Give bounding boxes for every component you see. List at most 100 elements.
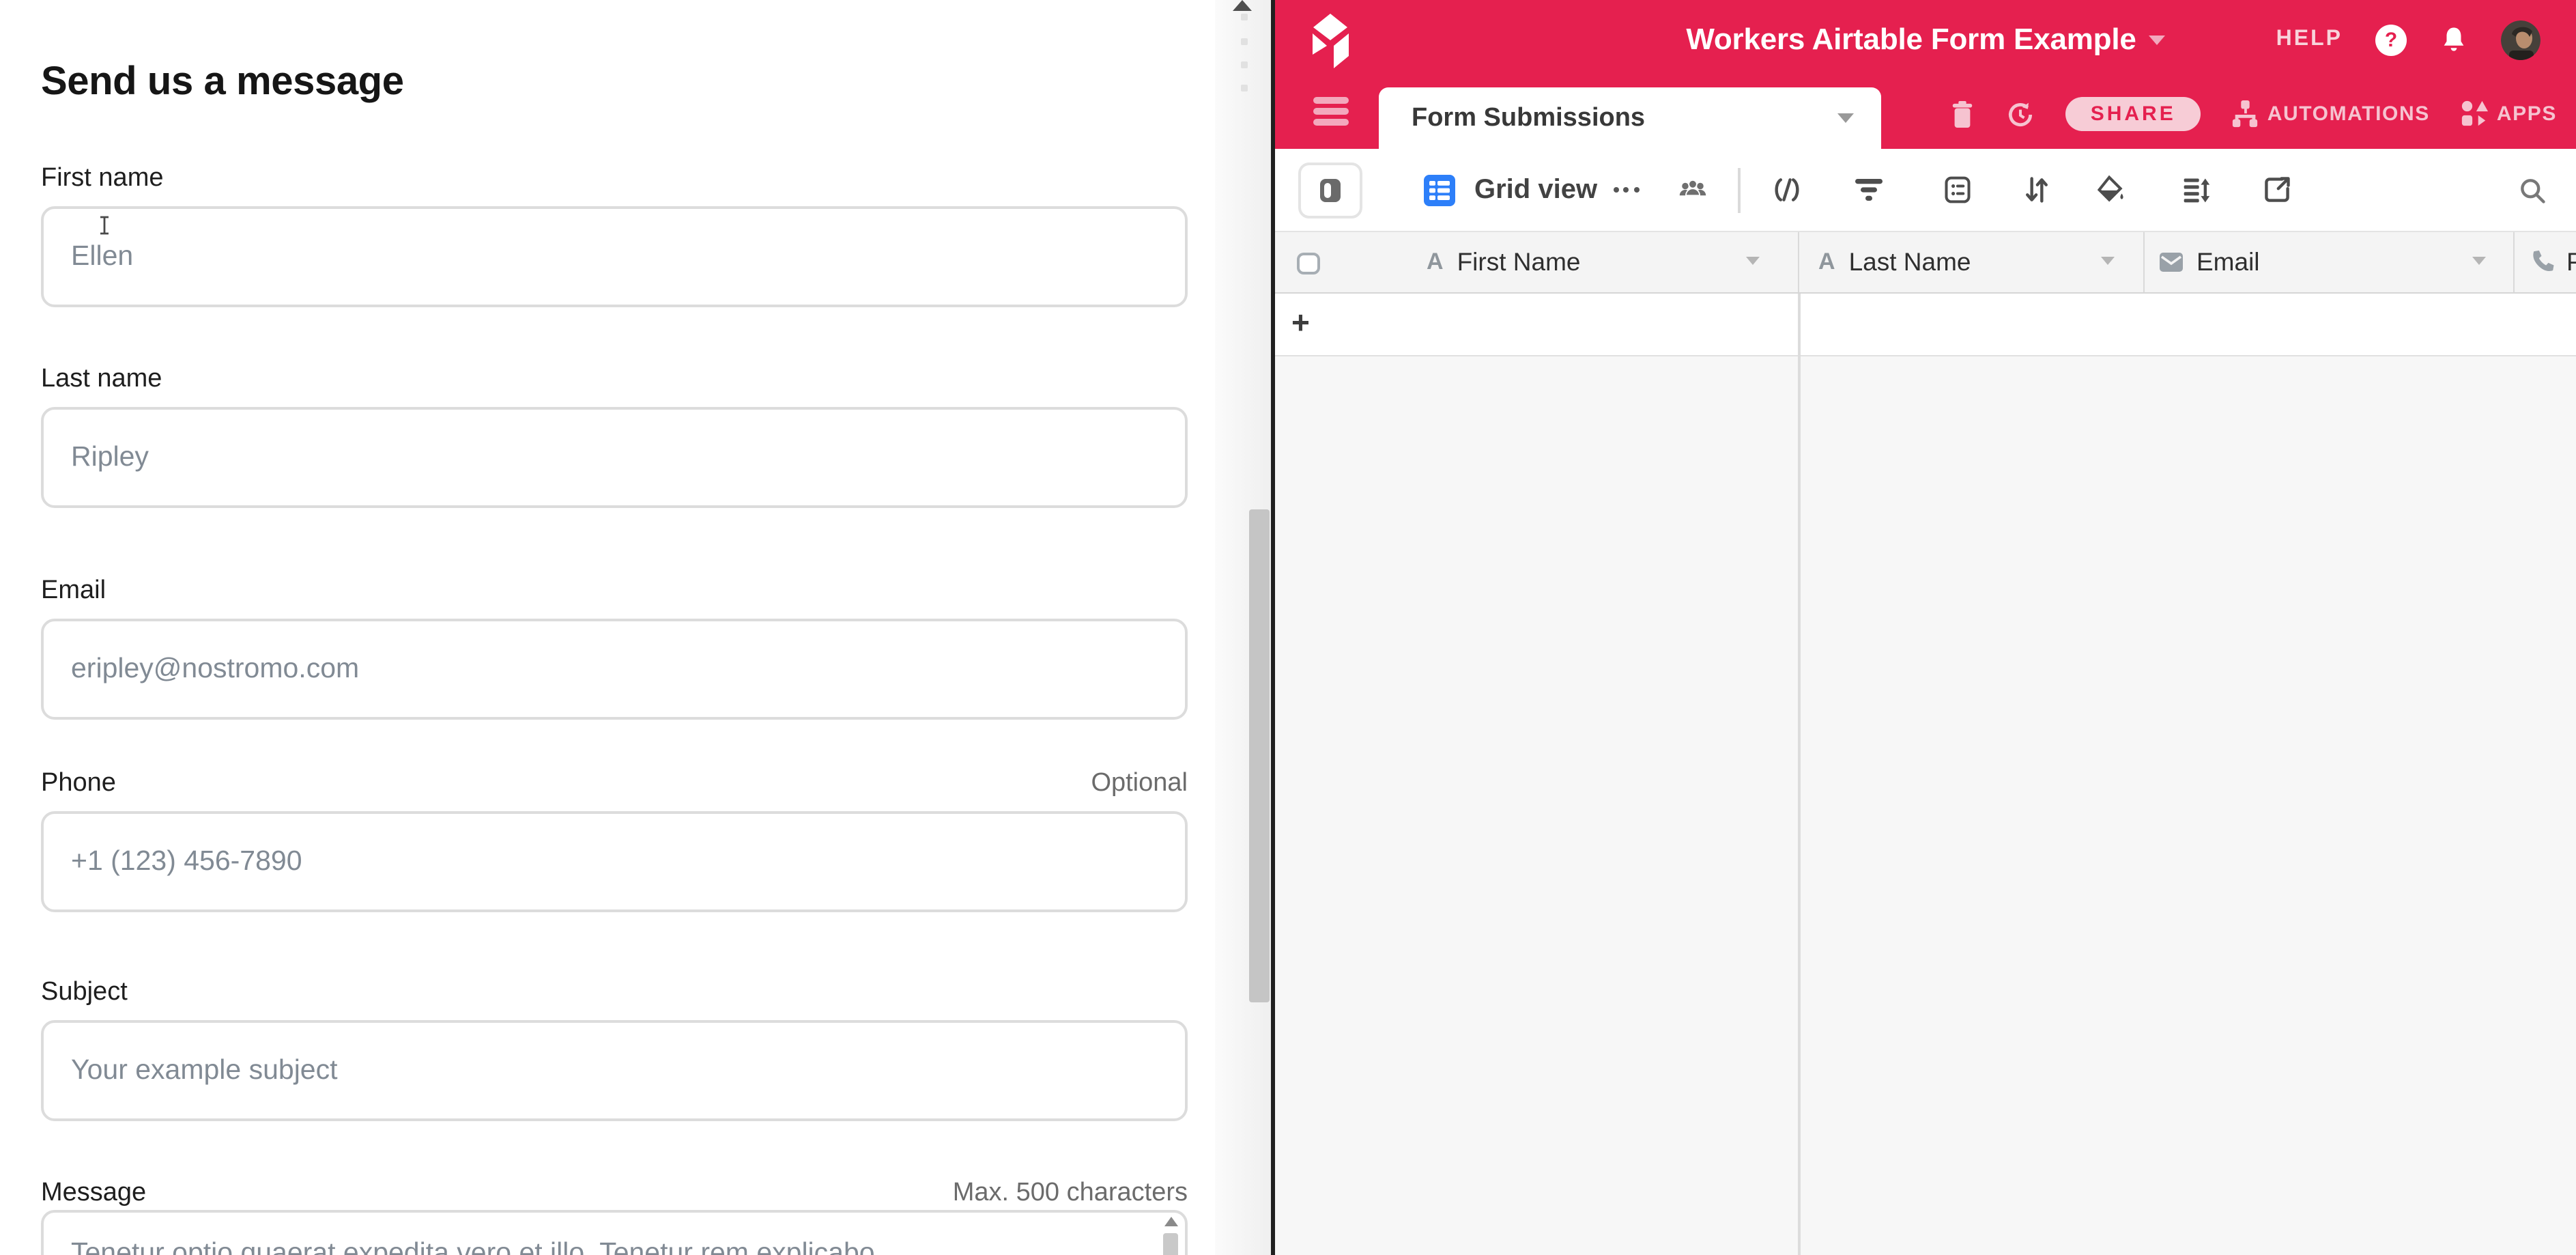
text-field-icon: A	[1427, 249, 1444, 276]
column-menu-chevron-icon[interactable]	[2472, 257, 2486, 265]
base-title-chevron-down-icon[interactable]	[2149, 35, 2165, 44]
table-tab-form-submissions[interactable]: Form Submissions	[1379, 87, 1881, 149]
grid-view-icon	[1424, 175, 1455, 206]
scrollbar-thumb[interactable]	[1249, 509, 1270, 1002]
column-divider[interactable]	[2143, 232, 2145, 292]
screen: Send us a message First name Last name E…	[0, 0, 2576, 1255]
apps-label: APPS	[2497, 102, 2557, 126]
apps-button[interactable]: APPS	[2460, 100, 2557, 128]
view-name[interactable]: Grid view	[1474, 175, 1597, 206]
form-title: Send us a message	[41, 60, 404, 105]
color-icon	[2095, 175, 2126, 205]
message-scrollbar[interactable]	[1162, 1217, 1179, 1255]
trash-icon[interactable]	[1950, 99, 1976, 129]
view-sidebar-toggle-button[interactable]	[1298, 163, 1362, 218]
splitter-dot	[1241, 61, 1248, 68]
first-name-input[interactable]	[41, 206, 1188, 307]
grid-column-line	[1798, 294, 1800, 1255]
share-button[interactable]: SHARE	[2066, 97, 2201, 131]
column-header-first-name[interactable]: A First Name	[1427, 232, 1580, 292]
history-icon[interactable]	[2006, 99, 2036, 129]
last-name-input[interactable]	[41, 407, 1188, 508]
sort-button[interactable]	[2022, 175, 2052, 205]
field-group-last-name: Last name	[41, 365, 1188, 397]
field-group-first-name: First name	[41, 164, 1188, 197]
column-menu-chevron-icon[interactable]	[2101, 257, 2115, 265]
toolbar-divider	[1738, 168, 1740, 213]
message-maxlength-hint: Max. 500 characters	[953, 1179, 1188, 1209]
hide-fields-icon	[1772, 175, 1802, 205]
add-record-button[interactable]: +	[1291, 305, 1310, 341]
field-group-phone: Phone Optional	[41, 769, 1188, 802]
email-label: Email	[41, 576, 106, 606]
scroll-up-arrow-icon[interactable]	[1164, 1217, 1177, 1226]
field-group-subject: Subject	[41, 978, 1188, 1011]
column-header-phone[interactable]: P	[2528, 232, 2576, 292]
grid-column-headers: A First Name A Last Name Email	[1275, 232, 2576, 294]
contact-form-panel: Send us a message First name Last name E…	[0, 0, 1215, 1255]
phone-input[interactable]	[41, 811, 1188, 912]
scroll-up-arrow-icon[interactable]	[1233, 0, 1252, 11]
email-input[interactable]	[41, 619, 1188, 720]
message-textarea[interactable]	[41, 1210, 1188, 1255]
automations-icon	[2231, 99, 2259, 129]
subject-label: Subject	[41, 978, 128, 1008]
topbar-actions: HELP ?	[2276, 0, 2541, 79]
add-row-strip[interactable]: +	[1275, 294, 2576, 356]
help-button[interactable]: HELP	[2276, 27, 2343, 52]
user-avatar[interactable]	[2501, 20, 2541, 59]
filter-icon	[1854, 176, 1884, 203]
collaborators-button[interactable]	[1678, 175, 1708, 205]
share-view-button[interactable]	[2262, 175, 2292, 205]
column-menu-chevron-icon[interactable]	[1746, 257, 1760, 265]
table-tab-label: Form Submissions	[1412, 103, 1645, 133]
select-all-checkbox[interactable]	[1297, 253, 1320, 274]
column-header-email[interactable]: Email	[2160, 232, 2260, 292]
hide-fields-button[interactable]	[1772, 175, 1802, 205]
sort-icon	[2022, 175, 2052, 205]
row-height-icon	[2181, 175, 2212, 205]
view-toolbar: Grid view	[1275, 149, 2576, 232]
collaborators-icon	[1678, 175, 1708, 205]
first-name-label: First name	[41, 164, 164, 194]
automations-label: AUTOMATIONS	[2267, 102, 2430, 126]
apps-icon	[2460, 100, 2489, 128]
notifications-bell-icon[interactable]	[2439, 25, 2468, 55]
column-divider[interactable]	[1798, 232, 1799, 292]
share-view-icon	[2262, 175, 2292, 205]
splitter-dot	[1241, 85, 1248, 91]
search-icon	[2517, 174, 2547, 206]
more-icon	[1613, 187, 1639, 193]
last-name-label: Last name	[41, 365, 162, 395]
airtable-panel: Workers Airtable Form Example HELP ?	[1275, 0, 2576, 1255]
subject-input[interactable]	[41, 1020, 1188, 1121]
email-field-icon	[2160, 253, 2183, 272]
splitter-dot	[1241, 38, 1248, 45]
search-button[interactable]	[2517, 175, 2547, 205]
column-header-last-name[interactable]: A Last Name	[1818, 232, 1971, 292]
automations-button[interactable]: AUTOMATIONS	[2231, 99, 2430, 129]
column-divider[interactable]	[2513, 232, 2515, 292]
field-group-email: Email	[41, 576, 1188, 609]
base-title[interactable]: Workers Airtable Form Example	[1686, 22, 2136, 57]
filter-button[interactable]	[1854, 175, 1884, 205]
phone-label: Phone	[41, 769, 116, 799]
pane-scrollbar[interactable]	[1215, 0, 1271, 1255]
group-icon	[1943, 175, 1973, 205]
tabbar-actions: SHARE AUTOMATIONS	[1950, 79, 2557, 149]
scrollbar-thumb[interactable]	[1163, 1233, 1178, 1255]
color-button[interactable]	[2095, 175, 2126, 205]
row-height-button[interactable]	[2181, 175, 2212, 205]
sidebar-menu-icon[interactable]	[1313, 97, 1349, 130]
text-cursor-icon	[98, 216, 111, 235]
message-label: Message	[41, 1179, 146, 1209]
help-question-icon[interactable]: ?	[2375, 24, 2407, 55]
view-more-button[interactable]	[1611, 175, 1641, 205]
splitter-dot	[1241, 14, 1248, 20]
group-button[interactable]	[1943, 175, 1973, 205]
table-tab-chevron-down-icon[interactable]	[1837, 113, 1854, 123]
text-field-icon: A	[1818, 249, 1835, 276]
panel-toggle-icon	[1320, 179, 1341, 202]
field-group-message: Message Max. 500 characters	[41, 1179, 1188, 1211]
phone-field-icon	[2528, 249, 2556, 276]
